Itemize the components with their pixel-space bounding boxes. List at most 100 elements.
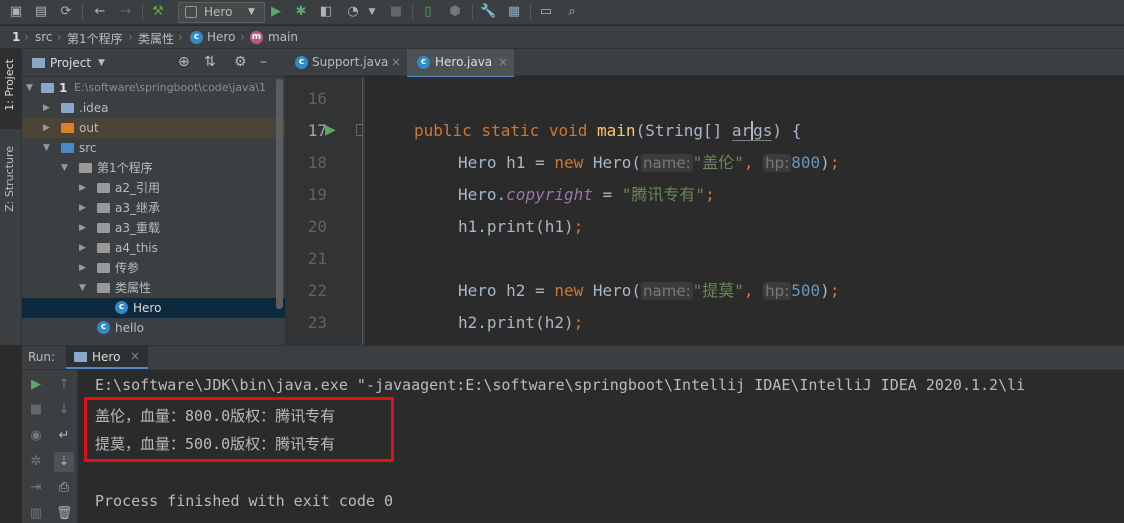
tree-item-class[interactable]: c hello (22, 318, 285, 338)
class-icon: c (97, 321, 110, 334)
close-icon[interactable]: × (498, 49, 508, 76)
settings-icon[interactable]: 🔧 (480, 4, 496, 20)
run-gutter-icon[interactable]: ▶ (325, 122, 336, 138)
line-number: 18 (307, 153, 327, 172)
collapse-icon[interactable]: ⇅ (204, 54, 216, 70)
class-icon: c (295, 56, 308, 69)
tree-item-out[interactable]: ▶ out (22, 118, 285, 138)
tree-item-package[interactable]: ▶ a3_重载 (22, 218, 285, 238)
method-icon: m (250, 31, 263, 44)
folder-icon (61, 103, 74, 113)
device-icon[interactable]: ▯ (420, 4, 436, 20)
code-line: Hero.copyright = "腾讯专有"; (458, 185, 715, 204)
tree-item-idea[interactable]: ▶ .idea (22, 98, 285, 118)
tool-tab-project[interactable]: 1: Project (3, 59, 16, 111)
project-structure-icon[interactable]: ▦ (506, 4, 522, 20)
scroll-to-end-icon[interactable]: ⇣ (54, 452, 74, 472)
layout-icon[interactable]: ▥ (28, 506, 44, 522)
tree-item-src[interactable]: ▼ src (22, 138, 285, 158)
close-icon[interactable]: × (130, 349, 140, 363)
breadcrumb-item-package[interactable]: 第1个程序 (67, 30, 123, 47)
chevron-down-icon: ▼ (248, 7, 255, 17)
project-panel-header: Project ▼ ⊕ ⇅ ⚙ – (22, 49, 285, 77)
run-tab-hero[interactable]: Hero × (66, 346, 148, 369)
project-panel: Project ▼ ⊕ ⇅ ⚙ – ▼ 1 E:\software\spring… (22, 49, 285, 345)
stop-icon[interactable]: ■ (388, 4, 404, 20)
breadcrumb-item-class[interactable]: Hero (207, 30, 235, 44)
camera-icon[interactable]: ◉ (28, 428, 44, 444)
class-icon: c (190, 31, 203, 44)
soft-wrap-icon[interactable]: ↵ (56, 428, 72, 444)
project-panel-title[interactable]: Project (50, 56, 91, 70)
breadcrumb-item-src[interactable]: src (35, 30, 53, 44)
code-editor[interactable]: public static void main(String[] ar gs) {… (363, 77, 1124, 345)
module-icon (41, 83, 54, 93)
hide-icon[interactable]: – (260, 54, 267, 70)
tree-item-package[interactable]: ▼ 类属性 (22, 278, 285, 298)
package-icon (97, 263, 110, 273)
debug-icon[interactable]: ✱ (293, 4, 309, 20)
line-number: 19 (307, 185, 327, 204)
rerun-icon[interactable]: ▶ (28, 377, 44, 393)
save-all-icon[interactable]: ▤ (33, 4, 49, 20)
package-icon (79, 163, 92, 173)
profile-chevron-down-icon[interactable]: ▼ (364, 4, 380, 20)
editor-gutter: 16 17 ▶ 18 19 20 21 22 23 (285, 77, 366, 345)
close-icon[interactable]: × (391, 49, 401, 76)
breadcrumb-item-method[interactable]: main (268, 30, 298, 44)
tab-support-java[interactable]: c Support.java × (285, 49, 406, 76)
terminal-icon[interactable]: ▭ (538, 4, 554, 20)
print-icon[interactable]: ⎙ (56, 480, 72, 496)
tree-item-package[interactable]: ▶ a2_引用 (22, 178, 285, 198)
save-icon[interactable]: ▣ (8, 4, 24, 20)
tree-item-class-selected[interactable]: c Hero (22, 298, 285, 318)
tree-item-package[interactable]: ▶ a3_继承 (22, 198, 285, 218)
breadcrumb-item-subpackage[interactable]: 类属性 (138, 30, 174, 47)
back-icon[interactable]: ← (92, 4, 108, 20)
line-number: 16 (307, 89, 327, 108)
settings-icon[interactable]: ✲ (28, 454, 44, 470)
login-icon[interactable]: ⇥ (28, 480, 44, 496)
run-panel-label: Run: (28, 350, 56, 364)
breadcrumb-item-project[interactable]: 1 (12, 30, 20, 44)
down-arrow-icon[interactable]: ↓ (56, 402, 72, 418)
line-number: 17 (307, 121, 327, 140)
chevron-down-icon[interactable]: ▼ (98, 58, 105, 68)
tab-hero-java[interactable]: c Hero.java × (407, 49, 514, 79)
tree-item-package[interactable]: ▼ 第1个程序 (22, 158, 285, 178)
line-number: 21 (307, 249, 327, 268)
code-line: Hero h2 = new Hero(name: "提莫", hp: 500); (458, 281, 840, 300)
profile-icon[interactable]: ◔ (345, 4, 361, 20)
run-configuration-select[interactable]: Hero ▼ (178, 2, 265, 23)
build-icon[interactable]: ⚒ (150, 4, 166, 20)
breadcrumb: 1 › src › 第1个程序 › 类属性 › c Hero › m main (0, 26, 1124, 49)
search-icon[interactable]: ⌕ (564, 4, 580, 20)
coverage-icon[interactable]: ◧ (318, 4, 334, 20)
package-icon (97, 223, 110, 233)
run-panel-toolbar: ▶ ↑ ■ ↓ ◉ ↵ ✲ ⇣ ⇥ ⎙ ▥ 🗑 (22, 370, 78, 523)
forward-icon[interactable]: → (118, 4, 134, 20)
code-line: h2.print(h2); (458, 313, 584, 332)
console-icon (74, 352, 87, 362)
code-line: h1.print(h1); (458, 217, 584, 236)
console-line: Process finished with exit code 0 (95, 492, 394, 510)
gear-icon[interactable]: ⚙ (234, 54, 247, 70)
trash-icon[interactable]: 🗑 (56, 506, 73, 522)
locate-icon[interactable]: ⊕ (178, 54, 190, 70)
package-icon (97, 283, 110, 293)
left-tool-strip: 1: Project Z: Structure (0, 49, 22, 345)
project-scrollbar[interactable] (276, 79, 283, 309)
sync-icon[interactable]: ⟳ (58, 4, 74, 20)
class-icon: c (417, 56, 430, 69)
tool-tab-structure[interactable]: Z: Structure (3, 146, 16, 212)
run-configuration-label: Hero (204, 5, 233, 19)
tree-item-module[interactable]: ▼ 1 E:\software\springboot\code\java\1 (22, 78, 285, 98)
stop-icon[interactable]: ■ (28, 402, 44, 418)
main-toolbar: ▣ ▤ ⟳ ← → ⚒ Hero ▼ ▶ ✱ ◧ ◔ ▼ ■ ▯ ⬢ 🔧 ▦ ▭… (0, 0, 1124, 25)
tree-item-package[interactable]: ▶ a4_this (22, 238, 285, 258)
up-arrow-icon[interactable]: ↑ (56, 377, 72, 393)
tree-item-package[interactable]: ▶ 传参 (22, 258, 285, 278)
run-icon[interactable]: ▶ (268, 4, 284, 20)
sdk-manager-icon[interactable]: ⬢ (447, 4, 463, 20)
line-number: 22 (307, 281, 327, 300)
